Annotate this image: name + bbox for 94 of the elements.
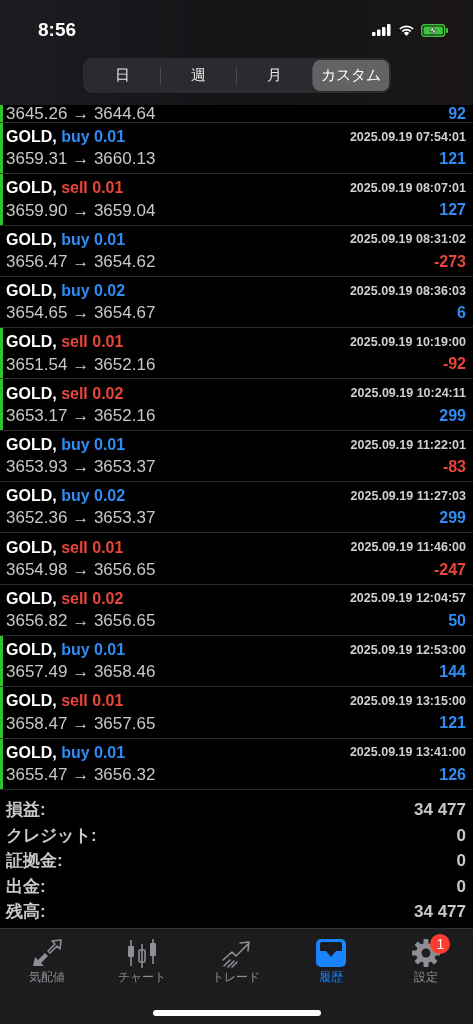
summary-value: 0 <box>456 850 466 873</box>
summary-value: 0 <box>456 824 466 847</box>
tab-bar-item[interactable]: 履歴 <box>283 938 379 984</box>
deal-row[interactable]: GOLD, buy 0.02 2025.09.19 11:27:03 3652.36 → 3653.37 299 <box>0 482 473 534</box>
deal-prices: 3653.93 → 3653.37 <box>6 456 156 479</box>
deal-prices: 3654.65 → 3654.67 <box>6 302 156 325</box>
deal-time: 2025.09.19 08:31:02 <box>349 231 466 249</box>
deal-title: GOLD, buy 0.02 <box>6 486 126 507</box>
signal-icon <box>372 24 392 36</box>
deal-title: GOLD, sell 0.02 <box>6 588 124 609</box>
deal-profit: 50 <box>448 610 466 631</box>
deal-profit: 127 <box>439 200 466 221</box>
deal-time: 2025.09.19 08:07:01 <box>349 180 466 198</box>
tab-bar-item[interactable]: チャート <box>94 938 190 984</box>
deal-profit: 299 <box>439 508 466 529</box>
deal-profit: 6 <box>457 303 466 324</box>
deal-profit: 121 <box>439 149 466 170</box>
notification-badge: 1 <box>430 934 451 954</box>
deal-row[interactable]: GOLD, sell 0.02 2025.09.19 10:24:11 3653.17 → 3652.16 299 <box>0 379 473 431</box>
deal-title: GOLD, sell 0.02 <box>6 383 124 404</box>
deal-title: GOLD, buy 0.01 <box>6 640 126 661</box>
wifi-icon <box>398 24 415 36</box>
deal-prices: 3656.47 → 3654.62 <box>6 251 156 273</box>
deal-profit: 121 <box>439 713 466 734</box>
deal-row[interactable]: GOLD, sell 0.01 2025.09.19 13:15:00 3658.47 → 3657.65 121 <box>0 687 473 739</box>
summary-value: 0 <box>456 875 466 898</box>
deal-title: GOLD, sell 0.01 <box>6 691 124 712</box>
deal-row[interactable]: GOLD, buy 0.01 2025.09.19 13:41:00 3655.47 → 3656.32 126 <box>0 738 473 790</box>
deal-title: GOLD, sell 0.01 <box>6 178 124 199</box>
summary-value: 34 477 <box>414 901 466 924</box>
deal-time: 2025.09.19 11:27:03 <box>350 487 466 505</box>
deal-time: 2025.09.19 11:46:00 <box>350 539 466 557</box>
diagonal-arrows-icon <box>31 938 64 968</box>
deal-row[interactable]: GOLD, buy 0.01 2025.09.19 07:54:01 3659.31 → 3660.13 121 <box>0 123 473 175</box>
deal-profit: -247 <box>433 559 466 580</box>
status-time: 8:56 <box>38 17 77 42</box>
deal-profit: 144 <box>439 662 466 683</box>
deal-time: 2025.09.19 12:53:00 <box>349 641 466 659</box>
deal-profit: -83 <box>442 456 466 477</box>
deal-time: 2025.09.19 11:22:01 <box>350 436 466 454</box>
deal-profit: 299 <box>439 405 466 426</box>
deal-time: 2025.09.19 12:04:57 <box>349 590 466 608</box>
deal-title: GOLD, buy 0.02 <box>6 281 126 302</box>
deal-title: GOLD, buy 0.01 <box>6 127 126 148</box>
deal-prices: 3652.36 → 3653.37 <box>6 507 156 530</box>
deal-profit: -92 <box>442 354 466 375</box>
deal-row[interactable]: GOLD, buy 0.01 2025.09.19 11:22:01 3653.93 → 3653.37 -83 <box>0 430 473 483</box>
deal-prices: 3656.82 → 3656.65 <box>6 610 156 633</box>
deal-title: GOLD, sell 0.01 <box>6 537 124 558</box>
deal-row[interactable]: GOLD, buy 0.01 2025.09.19 12:53:00 3657.49 → 3658.46 144 <box>0 635 473 688</box>
deal-title: GOLD, buy 0.01 <box>6 229 126 250</box>
deal-prices: 3658.47 → 3657.65 <box>6 712 156 735</box>
summary-label: クレジット: <box>6 824 97 847</box>
deal-prices: 3645.26 → 3644.64 <box>6 105 156 122</box>
deal-time: 2025.09.19 10:24:11 <box>350 385 466 403</box>
deal-row[interactable]: GOLD, buy 0.02 2025.09.19 08:36:03 3654.65 → 3654.67 6 <box>0 276 473 329</box>
deal-profit: -273 <box>433 251 466 272</box>
candlestick-icon <box>125 938 158 968</box>
deal-prices: 3654.98 → 3656.65 <box>6 558 156 581</box>
deal-profit: 126 <box>439 764 466 785</box>
deal-time: 2025.09.19 07:54:01 <box>349 128 466 146</box>
deal-prices: 3659.31 → 3660.13 <box>6 148 156 171</box>
trend-arrow-icon <box>220 938 253 968</box>
deal-prices: 3657.49 → 3658.46 <box>6 661 156 684</box>
deal-row[interactable]: GOLD, sell 0.02 2025.09.19 12:04:57 3656.82 → 3656.65 50 <box>0 584 473 636</box>
deal-row[interactable]: GOLD, sell 0.01 2025.09.19 08:07:01 3659.90 → 3659.04 127 <box>0 174 473 226</box>
deal-row[interactable]: GOLD, sell 0.01 2025.09.19 11:46:00 3654.98 → 3656.65 -247 <box>0 533 473 585</box>
deal-prices: 3655.47 → 3656.32 <box>6 763 156 786</box>
deal-row[interactable]: GOLD, sell 0.01 2025.09.19 10:19:00 3651.54 → 3652.16 -92 <box>0 328 473 380</box>
battery-charging-icon <box>421 23 449 37</box>
deal-time: 2025.09.19 10:19:00 <box>349 333 466 351</box>
tab-bar-item[interactable]: 気配値 <box>0 938 95 984</box>
deal-prices: 3659.90 → 3659.04 <box>6 199 156 222</box>
deal-time: 2025.09.19 13:15:00 <box>349 693 466 711</box>
deal-prices: 3653.17 → 3652.16 <box>6 404 156 427</box>
deal-profit: 92 <box>448 105 466 122</box>
summary-label: 出金: <box>6 875 46 898</box>
summary-label: 証拠金: <box>6 850 63 873</box>
period-tab[interactable]: 週 <box>160 60 236 91</box>
summary-label: 損益: <box>6 799 46 822</box>
summary-value: 34 477 <box>414 799 466 822</box>
deal-title: GOLD, sell 0.01 <box>6 332 124 353</box>
deal-title: GOLD, buy 0.01 <box>6 434 126 455</box>
deal-prices: 3651.54 → 3652.16 <box>6 353 156 376</box>
deal-title: GOLD, buy 0.01 <box>6 742 126 763</box>
deal-row[interactable]: GOLD, buy 0.01 2025.09.19 08:31:02 3656.47 → 3654.62 -273 <box>0 225 473 277</box>
period-tab[interactable]: カスタム <box>313 60 389 91</box>
period-tab[interactable]: 月 <box>237 60 313 91</box>
inbox-tray-icon <box>315 938 348 968</box>
summary-label: 残高: <box>6 901 46 924</box>
deal-time: 2025.09.19 13:41:00 <box>349 744 466 762</box>
tab-bar-item[interactable]: トレード <box>189 938 284 984</box>
deal-time: 2025.09.19 08:36:03 <box>349 282 466 300</box>
period-tab[interactable]: 日 <box>84 60 160 91</box>
